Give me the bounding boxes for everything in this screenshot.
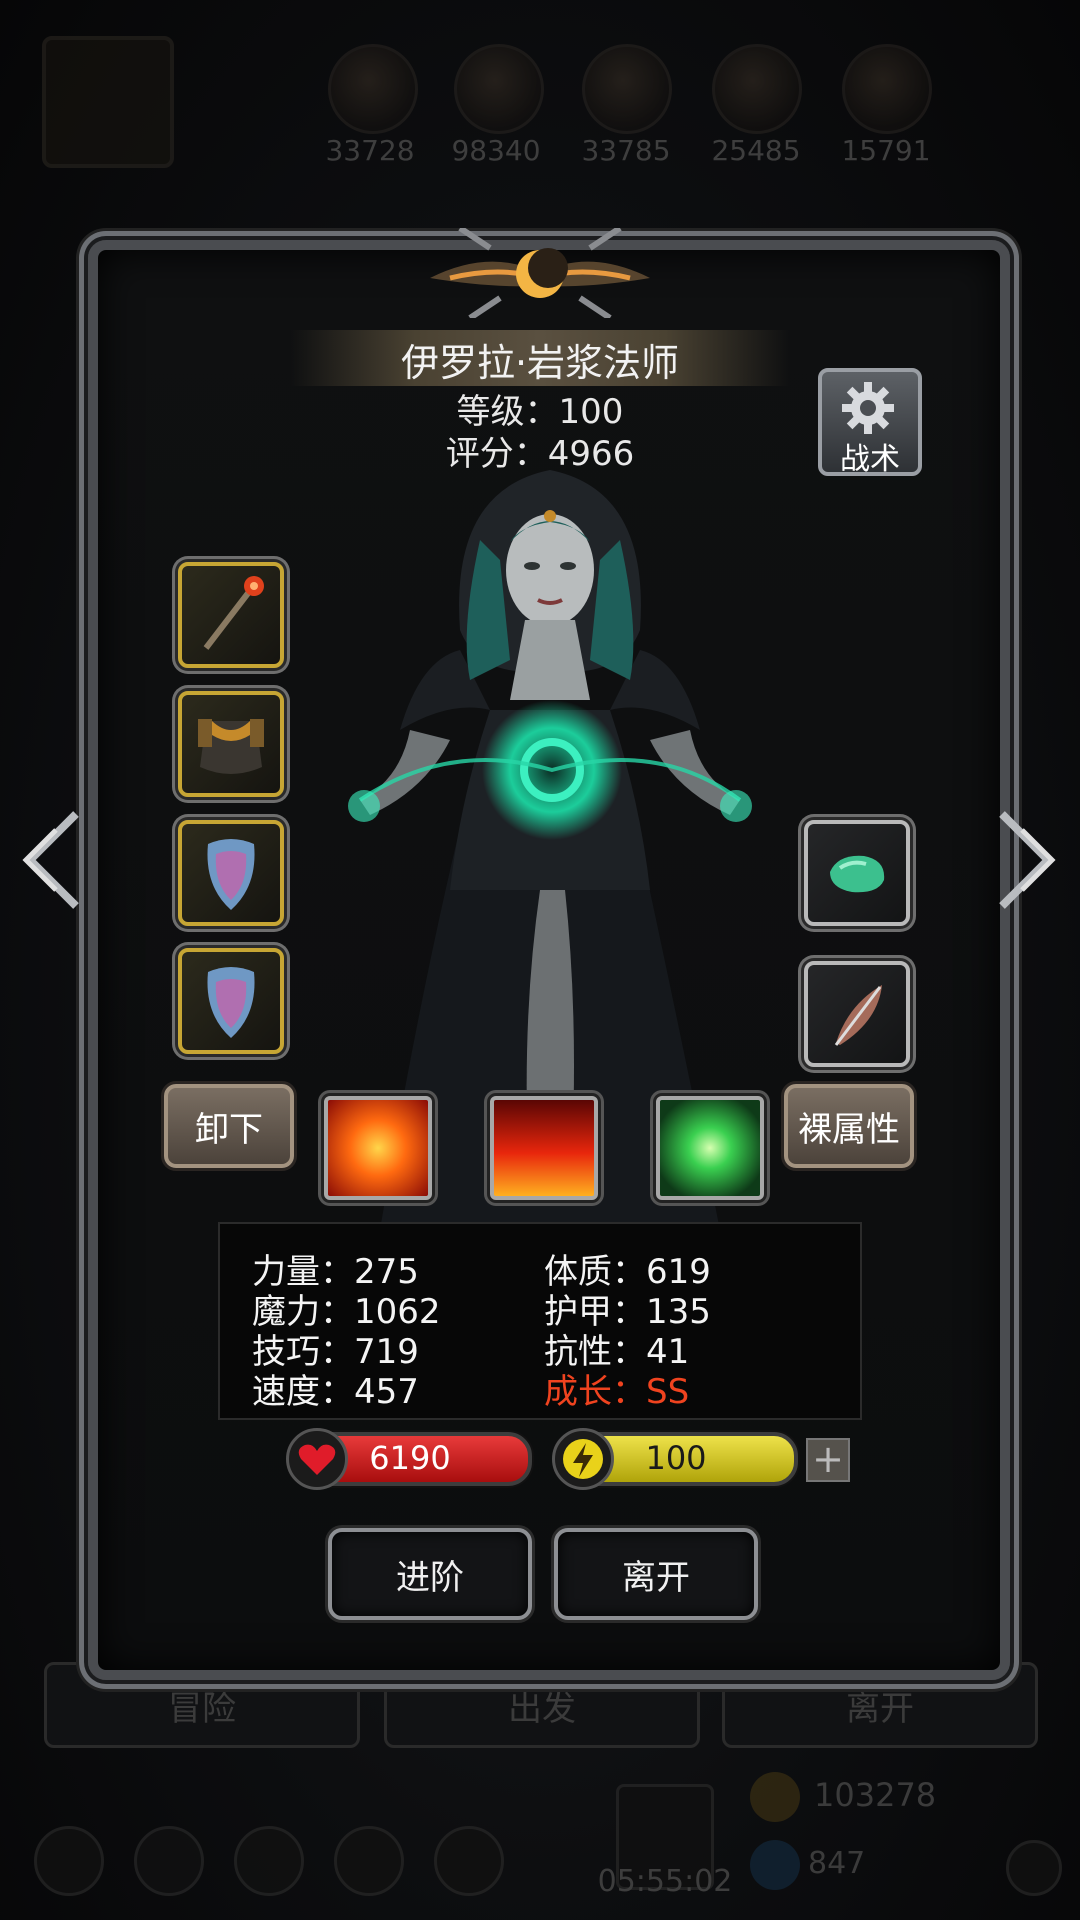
equipment-slot-weapon[interactable] (178, 562, 284, 668)
tactics-button[interactable]: 战术 (818, 368, 922, 477)
advance-button[interactable]: 进阶 (328, 1528, 532, 1620)
hp-value: 6190 (369, 1439, 451, 1477)
resource-count: 33785 (581, 134, 671, 167)
hero-score: 评分：4966 (445, 434, 635, 474)
resource-count: 33728 (325, 134, 415, 167)
armor-icon (198, 719, 264, 774)
resource-icon (712, 44, 802, 134)
gear-icon (842, 382, 894, 434)
green-gem-icon (830, 855, 885, 893)
energy-bar: 100 (552, 1428, 798, 1490)
unequip-button[interactable]: 卸下 (164, 1084, 294, 1168)
equipment-slot-shield-1[interactable] (178, 820, 284, 926)
previous-hero-arrow-icon[interactable] (16, 810, 86, 910)
energy-value: 100 (645, 1439, 707, 1477)
equipment-slot-feather[interactable] (804, 961, 910, 1067)
shield-icon (207, 967, 255, 1038)
resource-icon (582, 44, 672, 134)
leave-button[interactable]: 离开 (554, 1528, 758, 1620)
hero-name: 伊罗拉·岩浆法师 (400, 341, 680, 385)
equipment-slot-shield-2[interactable] (178, 948, 284, 1054)
stat-speed: 速度：457 (252, 1372, 419, 1412)
staff-icon (203, 576, 264, 650)
gem-icon (750, 1840, 800, 1890)
player-portrait (42, 36, 174, 168)
shield-icon (207, 839, 255, 910)
menu-icon (34, 1826, 104, 1896)
base-attributes-button[interactable]: 裸属性 (784, 1084, 914, 1168)
resource-icon (454, 44, 544, 134)
gem-count: 847 (808, 1846, 866, 1881)
resource-count: 25485 (711, 134, 801, 167)
menu-icon (334, 1826, 404, 1896)
menu-icon (434, 1826, 504, 1896)
stat-growth: 成长：SS (544, 1372, 690, 1412)
equipment-slot-armor[interactable] (178, 691, 284, 797)
resource-icon (328, 44, 418, 134)
equipment-slot-gem[interactable] (804, 820, 910, 926)
gold-count: 103278 (814, 1776, 937, 1814)
resource-count: 98340 (451, 134, 541, 167)
flame-icon[interactable] (490, 1096, 598, 1200)
hp-bar: 6190 (286, 1428, 532, 1490)
next-hero-arrow-icon[interactable] (992, 810, 1062, 910)
moon-ornament-icon (430, 228, 650, 318)
resource-count: 15791 (841, 134, 931, 167)
gold-coin-icon (750, 1772, 800, 1822)
timer-text: 05:55:02 (597, 1864, 733, 1899)
menu-icon (134, 1826, 204, 1896)
green-crystal-icon[interactable] (656, 1096, 764, 1200)
resource-icon (842, 44, 932, 134)
menu-icon (234, 1826, 304, 1896)
add-icon (1006, 1840, 1062, 1896)
fire-explosion-icon[interactable] (324, 1096, 432, 1200)
add-energy-button[interactable]: + (806, 1438, 850, 1482)
tactics-label: 战术 (840, 442, 900, 477)
feather-icon (834, 985, 882, 1046)
